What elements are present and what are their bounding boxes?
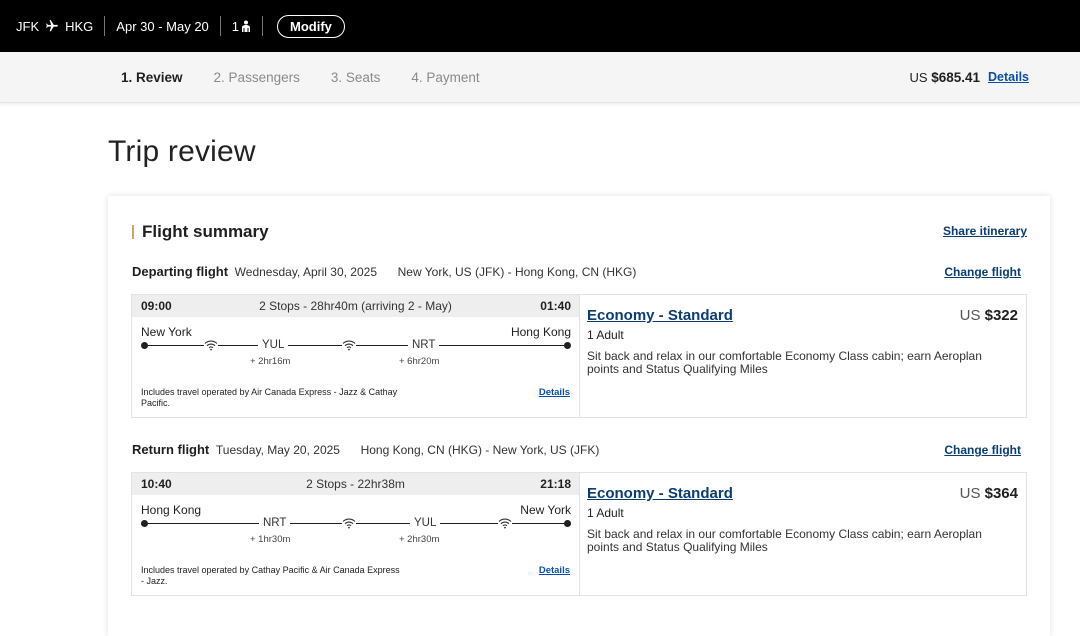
fare-currency: US	[959, 307, 981, 324]
stop-2-code: NRT	[408, 339, 440, 351]
destination-city: New York	[520, 503, 571, 517]
fare-type-link[interactable]: Economy - Standard	[587, 485, 733, 502]
step-passengers[interactable]: 2. Passengers	[214, 70, 300, 85]
change-departing-flight-link[interactable]: Change flight	[944, 265, 1021, 279]
trip-dates: Apr 30 - May 20	[116, 18, 209, 34]
wifi-icon	[498, 517, 512, 529]
departing-date: Wednesday, April 30, 2025	[234, 265, 377, 279]
total-price: US $685.41	[910, 70, 981, 85]
passenger-type: 1 Adult	[587, 328, 624, 342]
accent-bar	[132, 225, 134, 239]
origin-dot	[141, 520, 148, 527]
summary-header: Flight summary	[132, 222, 269, 242]
itinerary-panel: 2 Stops - 22hr38m 10:40 21:18 Hong Kong …	[132, 473, 580, 595]
progress-steps-bar: 1. Review 2. Passengers 3. Seats 4. Paym…	[0, 52, 1080, 103]
return-date: Tuesday, May 20, 2025	[215, 443, 340, 457]
flight-details-link[interactable]: Details	[539, 387, 570, 398]
destination-dot	[564, 520, 571, 527]
fare-price: US $322	[960, 307, 1018, 324]
stop-1-layover: + 1hr30m	[250, 534, 291, 545]
stop-2-layover: + 2hr30m	[399, 534, 440, 545]
departing-flight-title: Departing flight Wednesday, April 30, 20…	[132, 264, 636, 279]
arrival-time: 21:18	[540, 477, 571, 491]
flight-details-link[interactable]: Details	[539, 565, 570, 576]
stops-summary: 2 Stops - 28hr40m (arriving 2 - May)	[259, 299, 452, 313]
return-label: Return flight	[132, 442, 210, 457]
destination-city: Hong Kong	[510, 325, 571, 339]
stop-1-layover: + 2hr16m	[250, 356, 291, 367]
modify-button[interactable]: Modify	[277, 14, 345, 38]
total-amount: $685.41	[931, 70, 980, 85]
return-flight-card: 2 Stops - 22hr38m 10:40 21:18 Hong Kong …	[131, 472, 1027, 596]
departing-flight-card: 2 Stops - 28hr40m (arriving 2 - May) 09:…	[131, 294, 1027, 418]
fare-amount: $364	[984, 485, 1018, 502]
destination-dot	[564, 342, 571, 349]
stops-summary: 2 Stops - 22hr38m	[306, 477, 405, 491]
passenger-count: 1	[232, 19, 251, 34]
destination-code: HKG	[65, 18, 94, 34]
person-icon	[242, 20, 251, 32]
itinerary-panel: 2 Stops - 28hr40m (arriving 2 - May) 09:…	[132, 295, 580, 417]
divider	[262, 16, 264, 36]
origin-city: Hong Kong	[141, 503, 202, 517]
departure-time: 09:00	[141, 299, 172, 313]
return-cities: Hong Kong, CN (HKG) - New York, US (JFK)	[360, 443, 600, 457]
stop-1-code: YUL	[258, 339, 289, 351]
origin-city: New York	[141, 325, 192, 339]
operated-by-note: Includes travel operated by Cathay Pacif…	[141, 565, 400, 586]
step-seats[interactable]: 3. Seats	[331, 70, 381, 85]
operated-by-note: Includes travel operated by Air Canada E…	[141, 387, 398, 408]
stop-1-code: NRT	[259, 517, 291, 529]
departing-label: Departing flight	[132, 264, 229, 279]
departure-time: 10:40	[141, 477, 172, 491]
steps: 1. Review 2. Passengers 3. Seats 4. Paym…	[121, 70, 511, 85]
page-title: Trip review	[108, 135, 256, 168]
stop-2-layover: + 6hr20m	[399, 356, 440, 367]
step-payment[interactable]: 4. Payment	[411, 70, 479, 85]
origin-code: JFK	[16, 18, 40, 34]
divider	[219, 16, 221, 36]
change-return-flight-link[interactable]: Change flight	[944, 443, 1021, 457]
step-review[interactable]: 1. Review	[121, 70, 183, 85]
fare-description: Sit back and relax in our comfortable Ec…	[587, 527, 982, 554]
route-summary: JFK HKG	[16, 19, 93, 34]
passenger-count-value: 1	[231, 18, 240, 34]
wifi-icon	[342, 517, 356, 529]
flight-summary-card: Flight summary Share itinerary Departing…	[108, 196, 1050, 636]
share-itinerary-link[interactable]: Share itinerary	[943, 224, 1027, 238]
wifi-icon	[204, 339, 218, 351]
origin-dot	[141, 342, 148, 349]
passenger-type: 1 Adult	[587, 506, 624, 520]
fare-price: US $364	[960, 485, 1018, 502]
price-details-link[interactable]: Details	[988, 70, 1029, 84]
fare-amount: $322	[984, 307, 1018, 324]
time-bar: 2 Stops - 22hr38m 10:40 21:18	[132, 473, 579, 495]
top-bar: JFK HKG Apr 30 - May 20 1 Modify	[0, 0, 1080, 52]
total-currency: US	[909, 70, 928, 85]
departing-cities: New York, US (JFK) - Hong Kong, CN (HKG)	[397, 265, 637, 279]
arrival-time: 01:40	[540, 299, 571, 313]
wifi-icon	[342, 339, 356, 351]
summary-title: Flight summary	[142, 222, 269, 241]
divider	[104, 16, 106, 36]
fare-description: Sit back and relax in our comfortable Ec…	[587, 349, 982, 376]
stop-2-code: YUL	[410, 517, 441, 529]
plane-icon	[46, 20, 58, 32]
fare-currency: US	[959, 485, 981, 502]
fare-type-link[interactable]: Economy - Standard	[587, 307, 733, 324]
return-flight-title: Return flight Tuesday, May 20, 2025 Hong…	[132, 442, 599, 457]
time-bar: 2 Stops - 28hr40m (arriving 2 - May) 09:…	[132, 295, 579, 317]
